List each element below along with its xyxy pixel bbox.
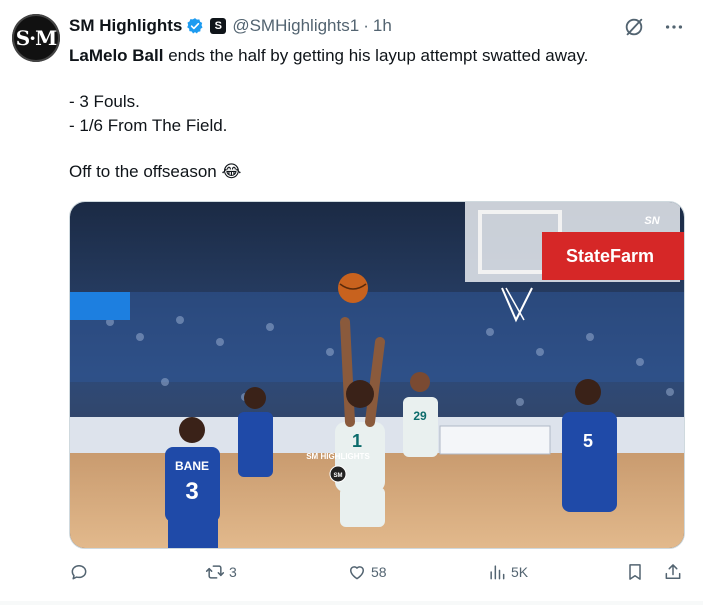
jersey-number-white: 1 — [352, 431, 362, 451]
more-options-icon[interactable] — [663, 16, 685, 38]
media-video[interactable]: StateFarm 1 BANE 3 5 29 SM HIGHLIGHTS SM… — [69, 201, 685, 549]
watermark-logo: SM — [334, 473, 343, 479]
bookmark-button[interactable] — [625, 562, 645, 582]
tweet-header: SM Highlights S @SMHighlights1 · 1h — [69, 14, 392, 38]
jersey-number-right: 5 — [583, 431, 593, 451]
avatar[interactable]: S·M — [12, 14, 60, 62]
retweet-icon — [205, 565, 225, 579]
affiliate-badge-icon: S — [210, 18, 227, 34]
share-icon — [665, 564, 681, 579]
jersey-number-front: 3 — [185, 478, 198, 505]
jersey-name: BANE — [175, 459, 209, 473]
tweet-line-1: LaMelo Ball ends the half by getting his… — [69, 44, 689, 68]
tweet-line-2: - 3 Fouls. — [69, 92, 140, 111]
mention-name: LaMelo Ball — [69, 46, 164, 65]
reply-icon — [71, 565, 87, 580]
retweet-button[interactable]: 3 — [205, 562, 237, 582]
views-count: 5K — [511, 564, 529, 580]
retweet-count: 3 — [229, 564, 237, 580]
top-actions — [623, 16, 685, 38]
tweet-line-1-rest: ends the half by getting his layup attem… — [163, 46, 589, 65]
tweet-line-3: - 1/6 From The Field. — [69, 116, 228, 135]
display-name[interactable]: SM Highlights — [69, 16, 182, 36]
share-button[interactable] — [663, 562, 683, 582]
separator: · — [363, 16, 369, 35]
tweet-line-4-text: Off to the offseason — [69, 162, 222, 181]
jersey-number-back: 29 — [413, 409, 427, 423]
tweet-text: LaMelo Ball ends the half by getting his… — [69, 44, 689, 184]
grok-icon[interactable] — [623, 16, 645, 38]
divider — [0, 601, 703, 605]
reply-button[interactable] — [69, 562, 93, 582]
timestamp[interactable]: 1h — [373, 16, 392, 36]
video-frame: StateFarm 1 BANE 3 5 29 SM HIGHLIGHTS SM… — [70, 202, 684, 548]
views-button[interactable]: 5K — [487, 562, 528, 582]
watermark-text: SM HIGHLIGHTS — [306, 452, 370, 461]
bookmark-icon — [629, 564, 641, 580]
action-bar: 3 58 5K — [69, 562, 689, 586]
laughing-emoji: 😂 — [221, 162, 242, 181]
heart-icon — [350, 566, 364, 580]
verified-badge-icon — [187, 18, 203, 34]
sponsor-text: StateFarm — [566, 246, 654, 266]
like-count: 58 — [371, 564, 387, 580]
tweet-card[interactable]: S·M SM Highlights S @SMHighlights1 · 1h … — [0, 0, 703, 605]
tweet-line-4: Off to the offseason 😂 — [69, 160, 689, 184]
broadcast-bug: SN — [644, 215, 660, 227]
like-button[interactable]: 58 — [347, 562, 387, 582]
analytics-icon — [490, 565, 505, 580]
user-handle[interactable]: @SMHighlights1 — [232, 16, 359, 36]
